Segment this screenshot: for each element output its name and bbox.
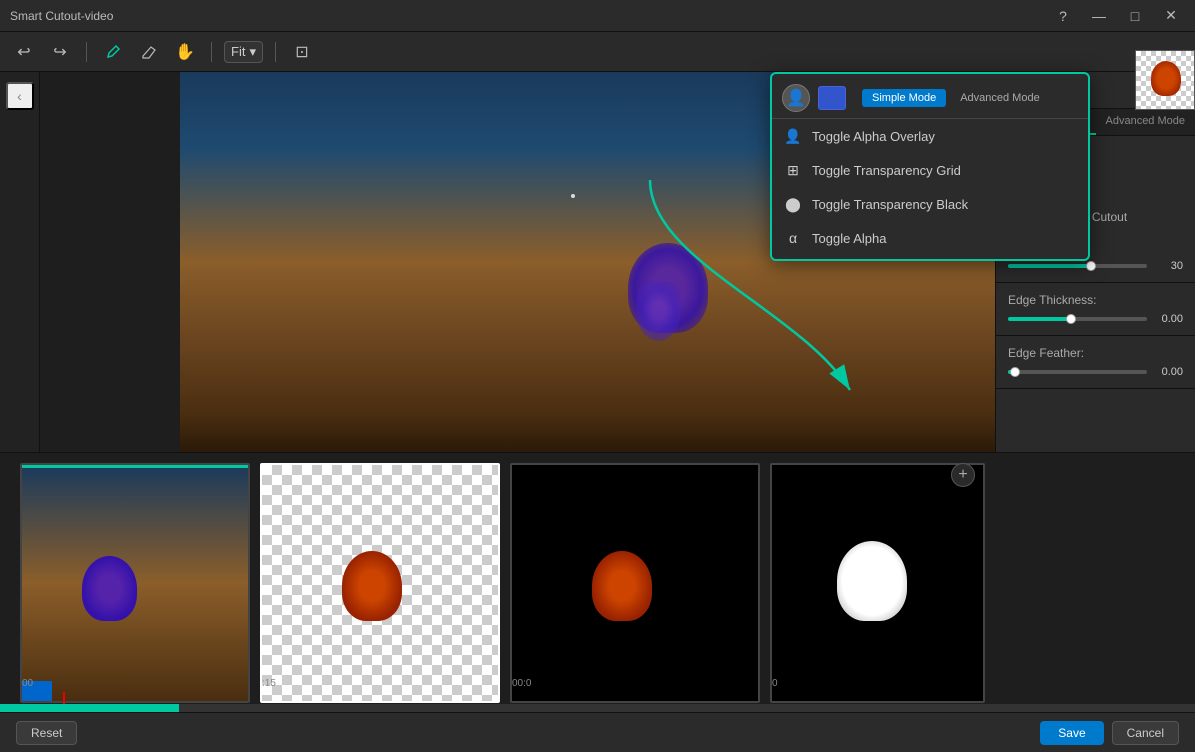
minimize-button[interactable]: —	[1085, 5, 1113, 27]
thumb-original-ts: 00	[22, 678, 33, 689]
dropdown-mode-tabs: Simple Mode Advanced Mode	[862, 89, 1078, 107]
bottom-bar: Reset Save Cancel	[0, 712, 1195, 752]
thumb-alpha-char	[837, 541, 907, 621]
edge-thickness-section: Edge Thickness: 0.00	[996, 283, 1195, 336]
timeline-marker	[63, 692, 65, 704]
redo-button[interactable]: ↪	[46, 38, 74, 66]
edge-feather-thumb[interactable]	[1010, 367, 1020, 377]
window-controls: ? — □ ✕	[1049, 5, 1185, 27]
dropdown-item-toggle-alpha[interactable]: α Toggle Alpha	[772, 221, 1088, 255]
reset-button[interactable]: Reset	[16, 721, 77, 745]
edge-feather-slider-row: 0.00	[1008, 366, 1183, 378]
brush-tool-button[interactable]	[99, 38, 127, 66]
toggle-transparency-grid-icon: ⊞	[784, 161, 802, 179]
cancel-button[interactable]: Cancel	[1112, 721, 1179, 745]
edge-thickness-slider[interactable]	[1008, 317, 1147, 321]
thumb-transparent-char	[342, 551, 402, 621]
thumb-black-char	[592, 551, 652, 621]
edge-feather-section: Edge Feather: 0.00	[996, 336, 1195, 389]
title-bar: Smart Cutout-video ? — □ ✕	[0, 0, 1195, 32]
dropdown-item-toggle-alpha-overlay[interactable]: 👤 Toggle Alpha Overlay	[772, 119, 1088, 153]
edge-feather-value: 0.00	[1155, 366, 1183, 378]
thumb-black-bg	[512, 465, 758, 701]
thumb-original-bg	[22, 465, 248, 701]
star-dot	[571, 194, 575, 198]
edge-thickness-thumb[interactable]	[1066, 314, 1076, 324]
app-title: Smart Cutout-video	[10, 9, 113, 23]
thumb-transparent-bg	[262, 465, 498, 701]
thumb-black-ts: 00:0	[512, 678, 531, 689]
timeline-progress	[0, 704, 179, 712]
filmstrip-thumb-alpha[interactable]: 0	[770, 463, 985, 703]
edge-feather-label: Edge Feather:	[1008, 346, 1183, 360]
timeline-bar[interactable]	[0, 704, 1195, 712]
edge-thickness-fill	[1008, 317, 1071, 321]
dropdown-tab-advanced[interactable]: Advanced Mode	[950, 89, 1050, 107]
nav-left-button[interactable]: ‹	[6, 82, 34, 110]
edge-thickness-value: 0.00	[1155, 313, 1183, 325]
toggle-transparency-black-label: Toggle Transparency Black	[812, 197, 968, 212]
filmstrip-thumb-transparent[interactable]: :15	[260, 463, 500, 703]
filmstrip-area: + :29 00 :15	[0, 452, 1195, 712]
mask-toggle-button[interactable]: ⊡	[288, 38, 316, 66]
active-indicator	[22, 465, 248, 468]
help-button[interactable]: ?	[1049, 5, 1077, 27]
toggle-alpha-overlay-label: Toggle Alpha Overlay	[812, 129, 935, 144]
action-buttons: Save Cancel	[1040, 721, 1179, 745]
thumb-transparent-ts: :15	[262, 678, 276, 689]
toolbar-separator-3	[275, 42, 276, 62]
dropdown-header: 👤 Simple Mode Advanced Mode	[772, 78, 1088, 119]
dropdown-menu: 👤 Simple Mode Advanced Mode 👤 Toggle Alp…	[770, 72, 1090, 261]
fit-select[interactable]: Fit ▾	[224, 41, 263, 63]
result-char-inner	[1151, 72, 1181, 96]
toolbar-separator	[86, 42, 87, 62]
thumb-alpha-ts: 0	[772, 678, 778, 689]
tab-advanced-mode[interactable]: Advanced Mode	[1096, 109, 1195, 135]
dropdown-tab-simple[interactable]: Simple Mode	[862, 89, 946, 107]
left-strip: ‹	[0, 72, 40, 452]
result-char	[1136, 72, 1194, 109]
thumb-alpha-bg	[772, 465, 983, 701]
dropdown-avatar-icon: 👤	[782, 84, 810, 112]
result-thumbnail	[1135, 72, 1195, 110]
close-button[interactable]: ✕	[1157, 5, 1185, 27]
toggle-alpha-icon: α	[784, 229, 802, 247]
edge-feather-slider[interactable]	[1008, 370, 1147, 374]
brush-size-fill	[1008, 264, 1091, 268]
add-frame-button[interactable]: +	[951, 463, 975, 487]
save-button[interactable]: Save	[1040, 721, 1103, 745]
toggle-alpha-label: Toggle Alpha	[812, 231, 886, 246]
fit-chevron-icon: ▾	[249, 44, 256, 60]
edge-thickness-slider-row: 0.00	[1008, 313, 1183, 325]
toggle-transparency-grid-label: Toggle Transparency Grid	[812, 163, 961, 178]
fit-label: Fit	[231, 44, 245, 59]
undo-button[interactable]: ↩	[10, 38, 38, 66]
toggle-transparency-black-icon: ⬤	[784, 195, 802, 213]
toggle-alpha-overlay-icon: 👤	[784, 127, 802, 145]
eraser-tool-button[interactable]	[135, 38, 163, 66]
dropdown-color-swatch	[818, 86, 846, 110]
brush-size-slider[interactable]	[1008, 264, 1147, 268]
maximize-button[interactable]: □	[1121, 5, 1149, 27]
dropdown-item-toggle-transparency-grid[interactable]: ⊞ Toggle Transparency Grid	[772, 153, 1088, 187]
edge-thickness-label: Edge Thickness:	[1008, 293, 1183, 307]
filmstrip-thumb-black[interactable]: 00:0	[510, 463, 760, 703]
pan-tool-button[interactable]: ✋	[171, 38, 199, 66]
dropdown-item-toggle-transparency-black[interactable]: ⬤ Toggle Transparency Black	[772, 187, 1088, 221]
brush-size-slider-row: 30	[1008, 260, 1183, 272]
thumb-original-char	[82, 556, 137, 621]
toolbar: ↩ ↪ ✋ Fit ▾ ⊡	[0, 32, 1195, 72]
brush-size-thumb[interactable]	[1086, 261, 1096, 271]
brush-size-value: 30	[1155, 260, 1183, 272]
toolbar-separator-2	[211, 42, 212, 62]
filmstrip-thumb-original[interactable]: 00	[20, 463, 250, 703]
